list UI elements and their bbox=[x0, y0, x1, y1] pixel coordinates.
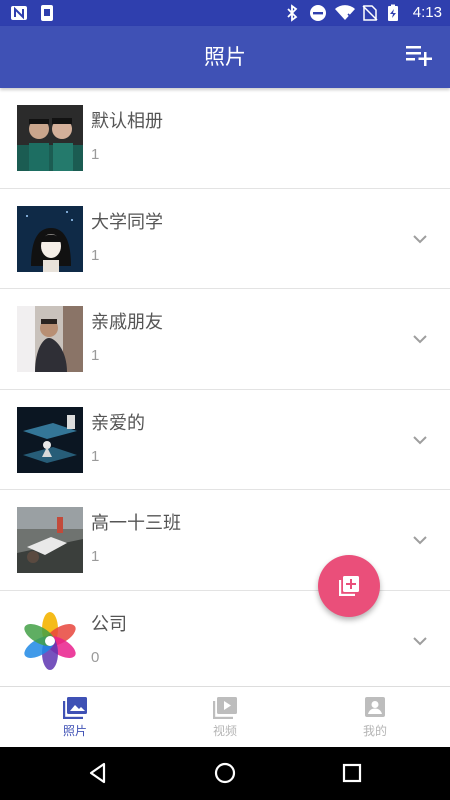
album-name: 大学同学 bbox=[91, 211, 163, 233]
chevron-down-icon[interactable] bbox=[412, 331, 428, 347]
add-album-button[interactable] bbox=[318, 555, 380, 617]
album-item[interactable]: 亲戚朋友 1 bbox=[0, 289, 450, 390]
album-thumbnail bbox=[17, 205, 83, 272]
add-to-photos-icon bbox=[339, 576, 359, 596]
album-thumbnail bbox=[17, 105, 83, 171]
wifi-icon bbox=[334, 4, 355, 22]
nav-item-videos[interactable]: 视频 bbox=[150, 687, 300, 747]
album-count: 1 bbox=[91, 447, 100, 465]
home-icon[interactable] bbox=[213, 761, 237, 785]
album-count: 1 bbox=[91, 347, 100, 364]
nav-item-profile[interactable]: 我的 bbox=[300, 687, 450, 747]
nav-label-videos: 视频 bbox=[212, 724, 237, 738]
album-count: 0 bbox=[91, 648, 100, 666]
album-thumbnail bbox=[17, 406, 83, 473]
album-name: 亲爱的 bbox=[91, 412, 145, 434]
album-item[interactable]: 高一十三班 1 bbox=[0, 490, 450, 591]
page-title: 照片 bbox=[204, 45, 246, 69]
album-count: 1 bbox=[91, 146, 100, 163]
no-sim-icon bbox=[361, 4, 379, 22]
album-item[interactable]: 亲爱的 1 bbox=[0, 390, 450, 490]
album-name: 亲戚朋友 bbox=[91, 312, 163, 333]
album-list: 默认相册 1 大学同学 1 亲戚朋友 1 亲爱的 1 高一十三班 1 公司 0 bbox=[0, 88, 450, 686]
recents-icon[interactable] bbox=[340, 761, 364, 785]
nfc-icon bbox=[10, 4, 28, 22]
album-count: 1 bbox=[91, 548, 100, 565]
account-icon bbox=[365, 697, 385, 717]
nav-label-profile: 我的 bbox=[362, 724, 387, 738]
chevron-down-icon[interactable] bbox=[412, 432, 428, 448]
album-thumbnail bbox=[17, 507, 83, 573]
status-bar: 4:13 bbox=[0, 0, 450, 26]
app-bar: 照片 bbox=[0, 26, 450, 88]
album-item[interactable]: 公司 0 bbox=[0, 591, 450, 687]
album-count: 1 bbox=[91, 246, 100, 264]
chevron-down-icon[interactable] bbox=[412, 633, 428, 649]
bluetooth-icon bbox=[283, 4, 301, 22]
album-name: 高一十三班 bbox=[91, 513, 181, 534]
photo-icon bbox=[63, 697, 87, 719]
album-thumbnail bbox=[17, 306, 83, 372]
phone-notification-icon bbox=[38, 4, 56, 22]
back-icon[interactable] bbox=[86, 761, 110, 785]
album-thumbnail bbox=[17, 607, 83, 674]
nav-label-photos: 照片 bbox=[62, 724, 87, 738]
do-not-disturb-icon bbox=[309, 4, 327, 22]
bottom-navigation: 照片 视频 我的 bbox=[0, 686, 450, 747]
chevron-down-icon[interactable] bbox=[412, 532, 428, 548]
nav-item-photos[interactable]: 照片 bbox=[0, 687, 150, 747]
video-icon bbox=[213, 697, 237, 719]
playlist-add-icon bbox=[406, 46, 432, 66]
playlist-add-button[interactable] bbox=[406, 43, 434, 69]
chevron-down-icon[interactable] bbox=[412, 231, 428, 247]
album-name: 公司 bbox=[91, 613, 127, 635]
clock: 4:13 bbox=[412, 4, 442, 21]
album-item[interactable]: 大学同学 1 bbox=[0, 189, 450, 289]
album-name: 默认相册 bbox=[91, 111, 163, 132]
album-item[interactable]: 默认相册 1 bbox=[0, 88, 450, 189]
system-navigation-bar bbox=[0, 747, 450, 800]
pinwheel-logo bbox=[17, 607, 83, 674]
battery-charging-icon bbox=[387, 4, 405, 22]
